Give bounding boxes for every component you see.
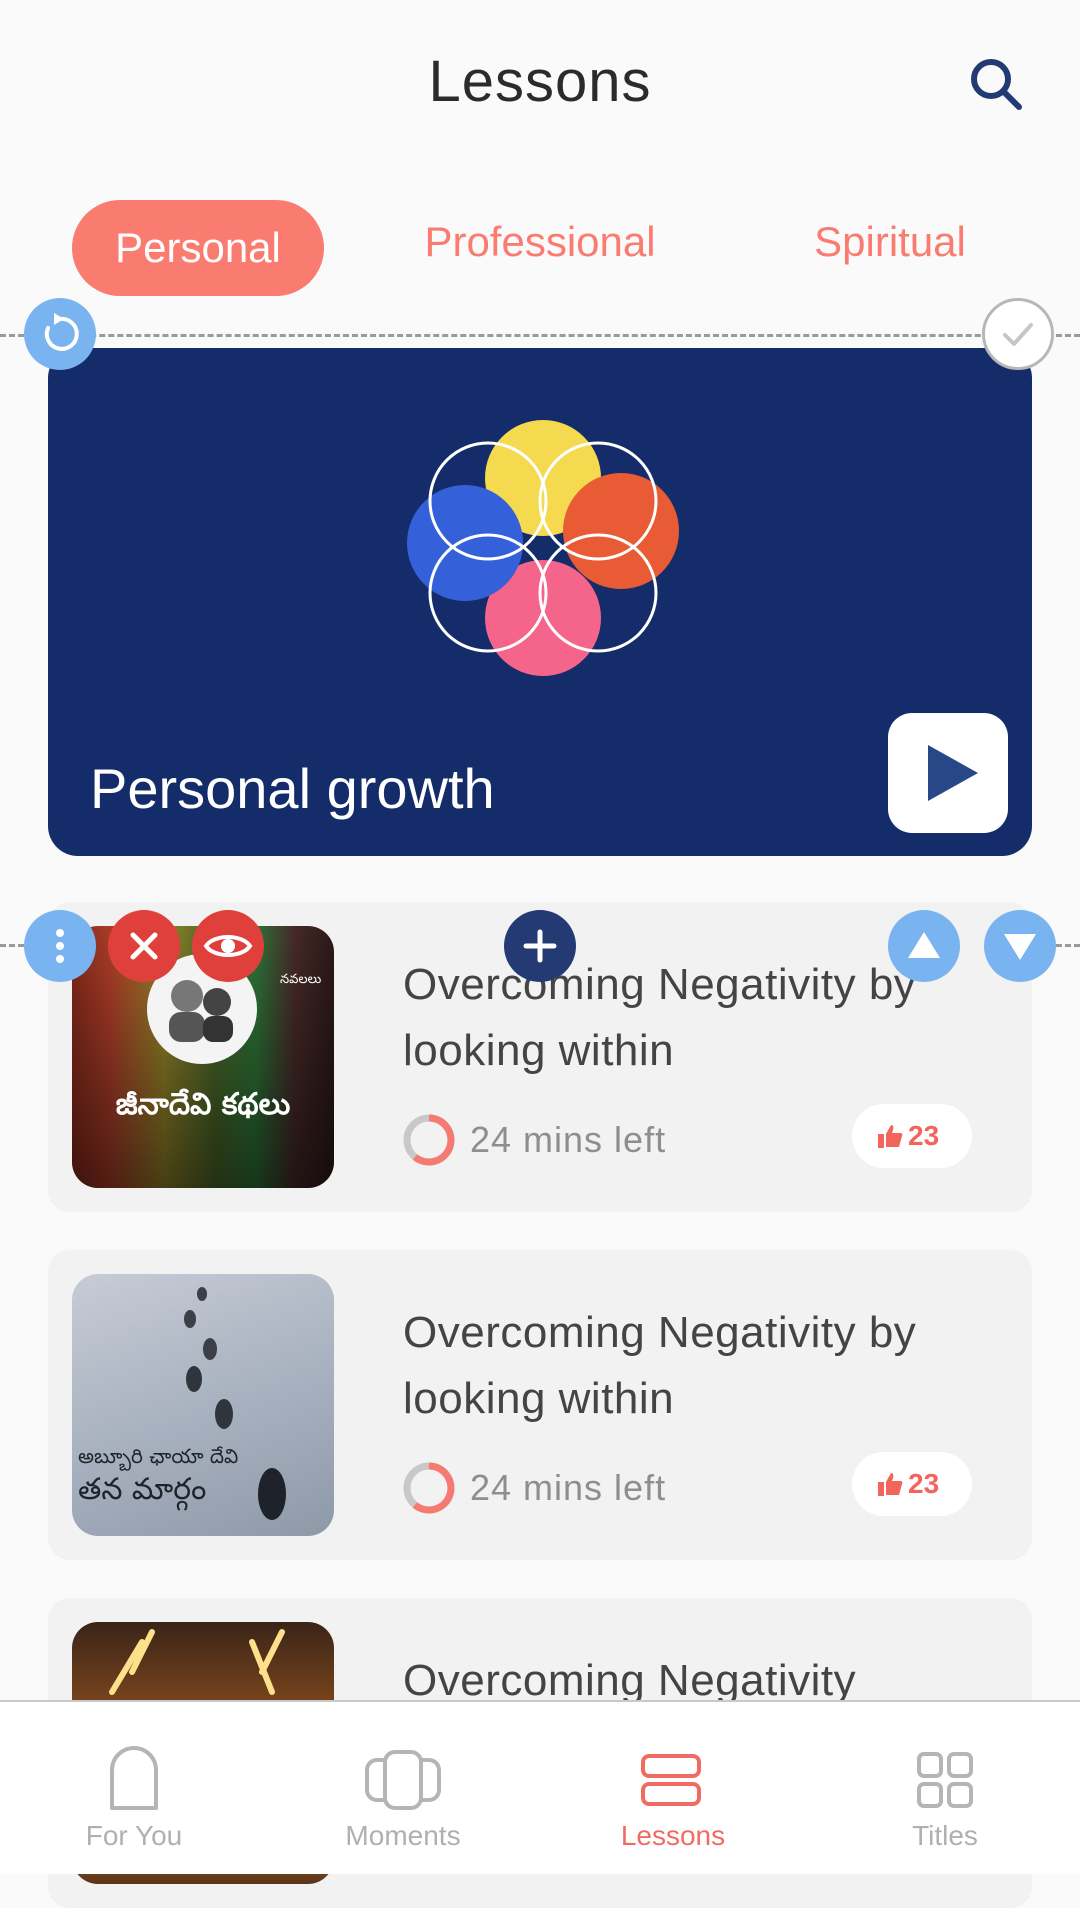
add-button[interactable] (504, 910, 576, 982)
nav-moments[interactable]: Moments (303, 1702, 503, 1874)
lesson-thumbnail: అబ్బూరి ఛాయా దేవి తన మార్గం (72, 1274, 334, 1536)
move-down-button[interactable] (984, 910, 1056, 982)
lessons-icon (641, 1754, 701, 1806)
growth-logo (407, 420, 679, 676)
triangle-up-icon (908, 932, 940, 958)
lesson-title: Overcoming Negativity by looking within (403, 960, 917, 1075)
search-button[interactable] (966, 54, 1026, 114)
nav-label: Titles (912, 1820, 978, 1851)
header: Lessons (0, 0, 1080, 170)
reset-button[interactable] (24, 298, 96, 370)
titles-icon (917, 1752, 973, 1808)
eye-icon (203, 935, 253, 957)
preview-button[interactable] (192, 910, 264, 982)
refresh-icon (44, 313, 79, 351)
time-left: 24 mins left (470, 1467, 667, 1508)
nav-label: For You (85, 1820, 183, 1851)
likes-badge[interactable]: 23 (852, 1104, 972, 1168)
more-options-button[interactable] (24, 910, 96, 982)
hero-title: Personal growth (90, 757, 495, 820)
more-vertical-icon (56, 929, 64, 963)
thumbs-up-icon (878, 1125, 903, 1148)
nav-titles[interactable]: Titles (845, 1702, 1045, 1874)
for-you-icon (110, 1746, 158, 1810)
time-left: 24 mins left (470, 1119, 667, 1160)
triangle-down-icon (1004, 934, 1036, 960)
check-icon (1003, 323, 1033, 346)
tab-personal[interactable]: Personal (72, 200, 324, 296)
progress-ring (403, 1114, 455, 1166)
likes-count: 23 (908, 1120, 940, 1151)
nav-for-you[interactable]: For You (34, 1702, 234, 1874)
nav-label: Moments (345, 1820, 461, 1851)
thumbnail-badge: నవలలు (280, 972, 322, 987)
nav-label: Lessons (620, 1820, 726, 1851)
thumbnail-author: అబ్బూరి ఛాయా దేవి (78, 1444, 239, 1468)
confirm-button[interactable] (982, 298, 1054, 370)
bottom-navigation: For You Moments Lessons Titles (0, 1700, 1080, 1874)
lesson-card[interactable]: అబ్బూరి ఛాయా దేవి తన మార్గం Overcoming N… (48, 1250, 1032, 1560)
likes-badge[interactable]: 23 (852, 1452, 972, 1516)
page-title: Lessons (428, 49, 652, 114)
nav-lessons[interactable]: Lessons (573, 1702, 773, 1874)
category-tabs: Personal Professional Spiritual (0, 200, 1080, 300)
hero-card[interactable]: Personal growth (48, 348, 1032, 856)
move-up-button[interactable] (888, 910, 960, 982)
close-icon (130, 932, 158, 960)
search-icon (971, 59, 1022, 110)
tab-spiritual[interactable]: Spiritual (780, 194, 1000, 290)
moments-icon (365, 1750, 441, 1810)
thumbnail-caption: జీనాదేవి కథలు (115, 1087, 291, 1122)
progress-ring (403, 1462, 455, 1514)
play-button[interactable] (888, 713, 1008, 833)
likes-count: 23 (908, 1468, 940, 1499)
play-icon (928, 745, 978, 801)
top-guide-line (0, 334, 1080, 337)
plus-icon (523, 929, 557, 963)
remove-button[interactable] (108, 910, 180, 982)
thumbnail-caption: తన మార్గం (78, 1472, 207, 1507)
tab-professional[interactable]: Professional (400, 194, 680, 290)
lesson-title: Overcoming Negativity by looking within (403, 1308, 917, 1423)
thumbs-up-icon (878, 1473, 903, 1496)
